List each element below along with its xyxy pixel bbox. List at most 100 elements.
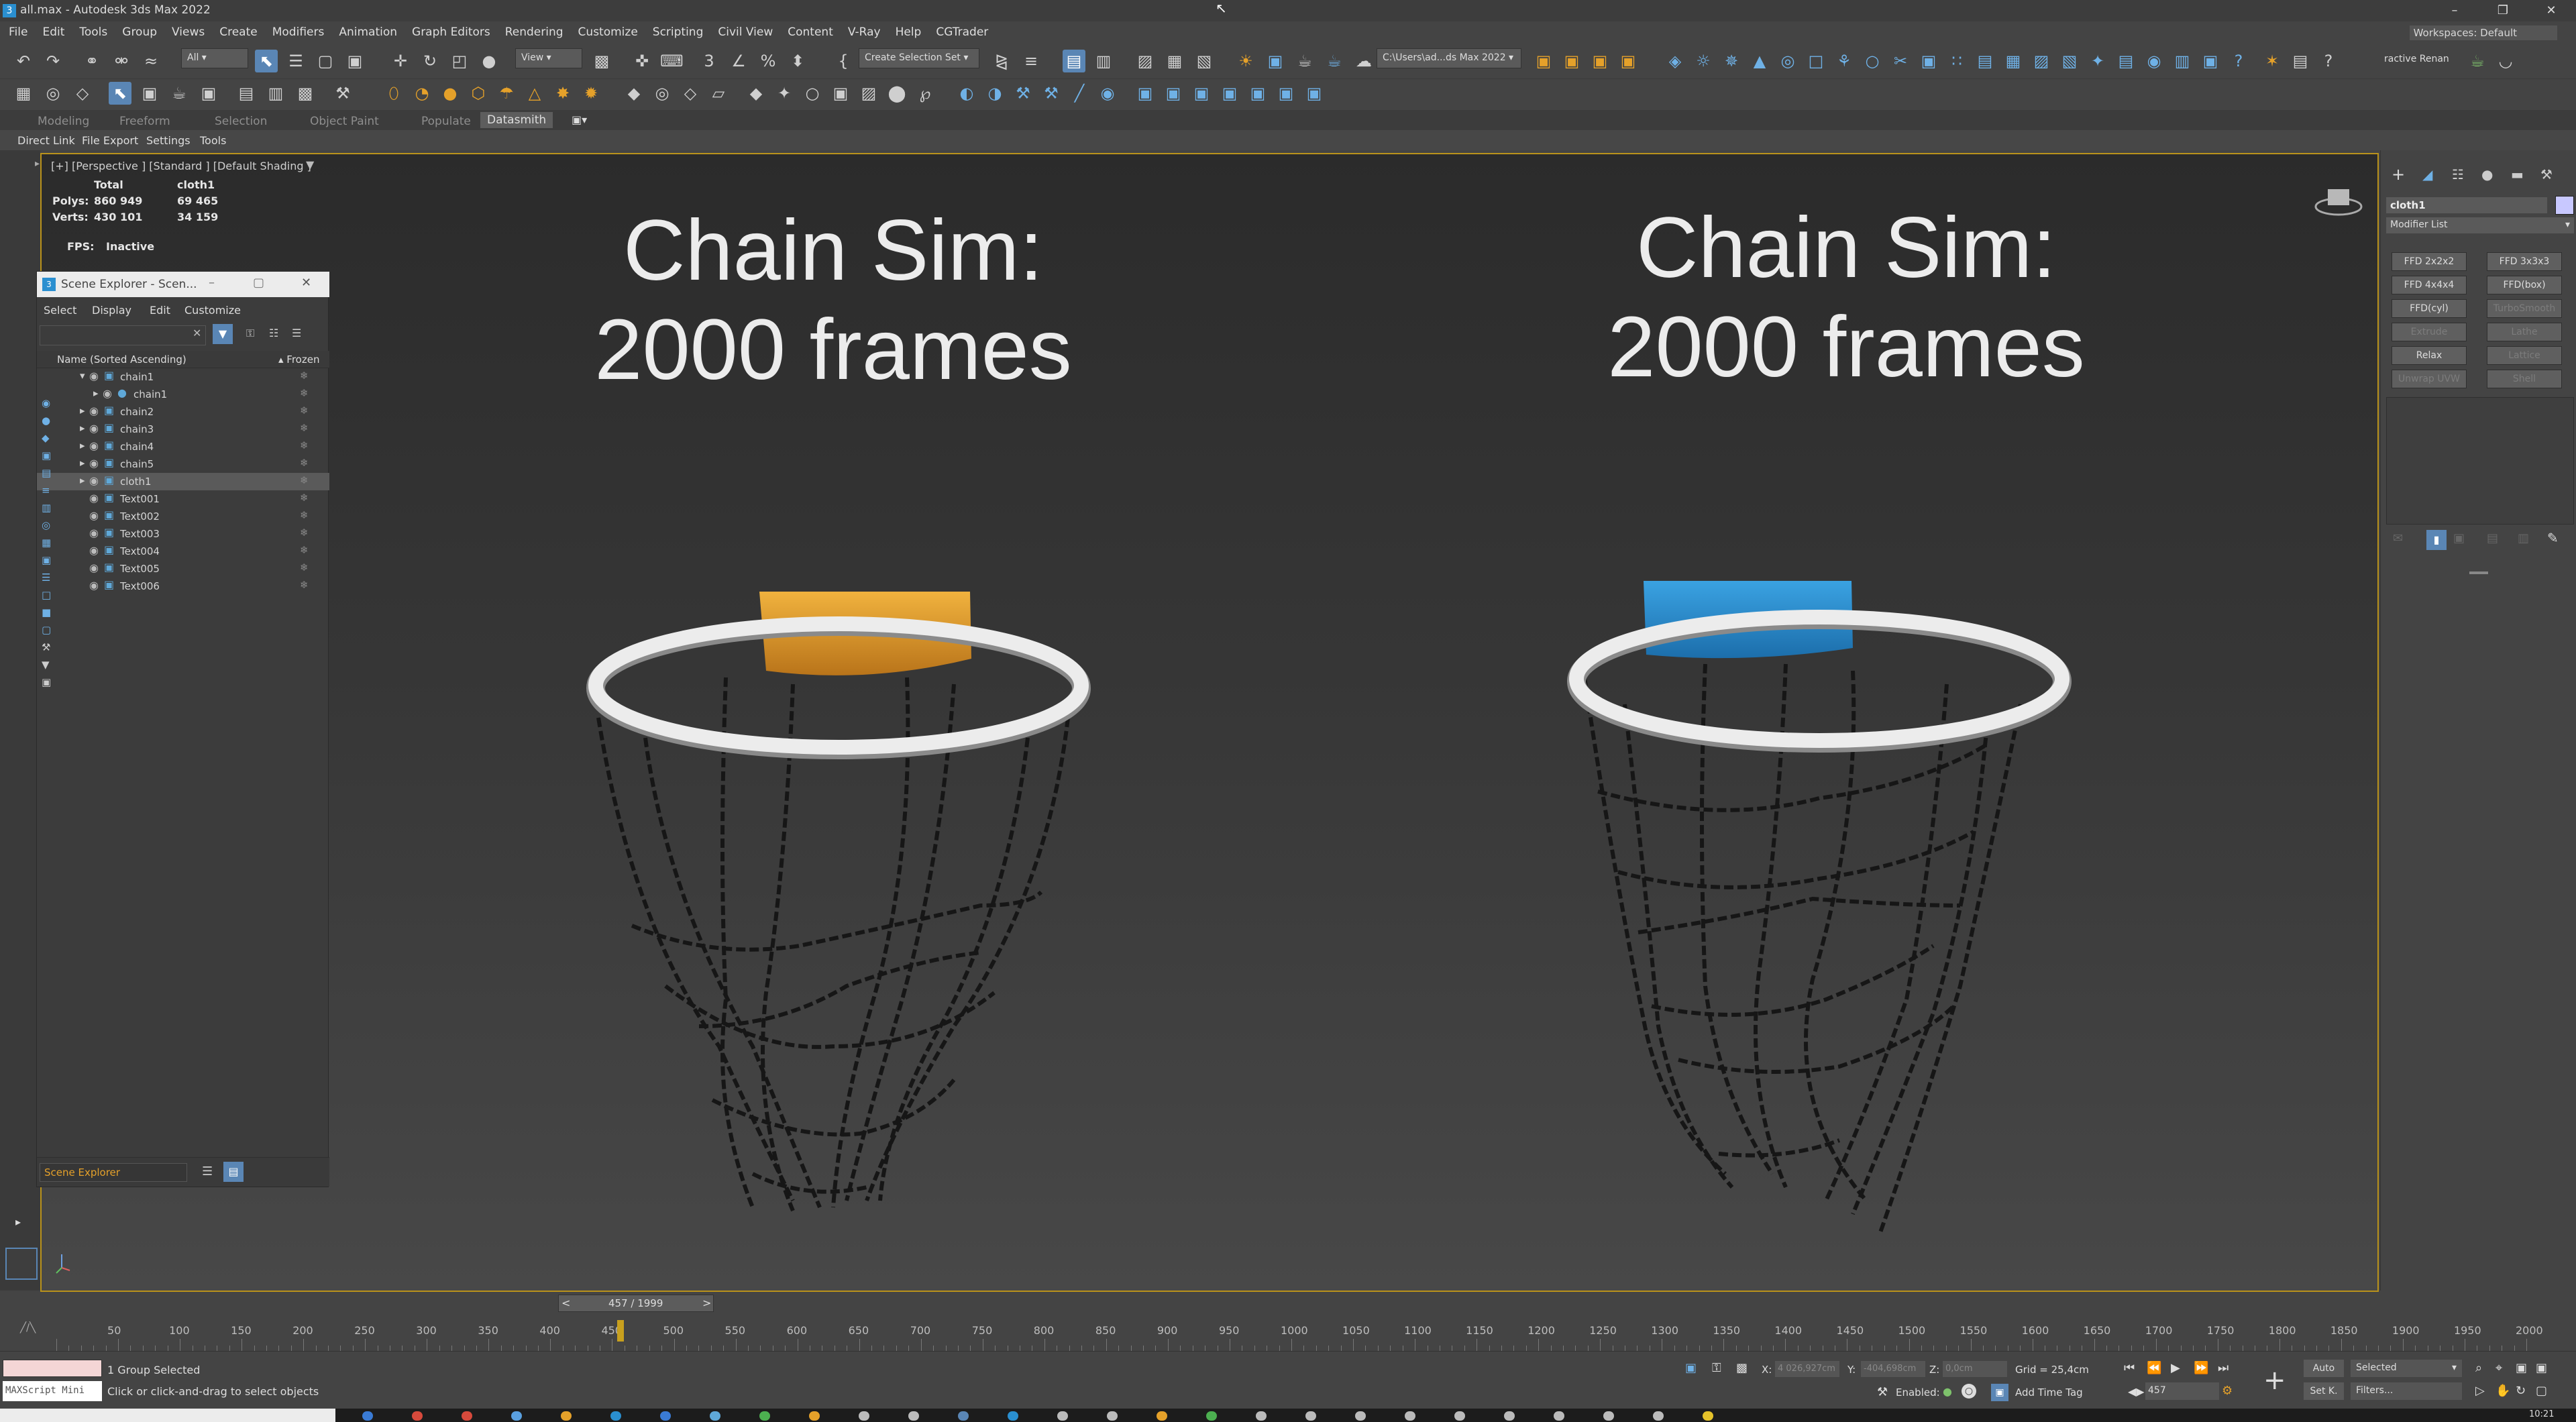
menu-help[interactable]: Help [888,21,929,43]
object-filter-icon[interactable]: ◉ [42,397,50,409]
freeze-icon[interactable]: ❄ [300,387,309,399]
modifier-set-button[interactable]: FFD(cyl) [2392,299,2467,318]
freeze-icon[interactable]: ❄ [300,579,309,591]
visibility-eye-icon[interactable]: ◉ [89,492,99,504]
menu-graph-editors[interactable]: Graph Editors [405,21,498,43]
freeze-icon[interactable]: ❄ [300,544,309,556]
utilities-tab-icon[interactable]: ⚒ [2540,166,2553,182]
scene-search-input[interactable] [40,325,206,345]
scene-select-menu[interactable]: Select [44,304,76,317]
modifier-set-button[interactable]: FFD 4x4x4 [2392,276,2467,294]
time-config-icon[interactable]: ○ [1962,1384,1976,1399]
link-icon[interactable]: ⚭ [80,50,103,72]
expand-toggle-icon[interactable]: ▸ [93,387,99,399]
settings-button[interactable]: Settings [146,134,191,147]
rig-icon[interactable]: ⚒ [331,82,354,105]
activeshade-icon[interactable]: ☕ [2466,50,2489,72]
direct-link-button[interactable]: Direct Link [17,134,75,147]
add-time-tag-icon[interactable]: ▣ [1991,1384,2008,1401]
enabled-indicator-icon[interactable]: ● [1943,1385,1952,1398]
vray-icon-1[interactable]: ▣ [1532,50,1555,72]
close-icon[interactable]: ✕ [2530,0,2572,21]
vray-grid-icon[interactable]: ▦ [2002,50,2025,72]
project-folder-dropdown[interactable]: C:\Users\ad...ds Max 2022 ▾ [1377,48,1521,68]
taskbar-app-icon[interactable] [1008,1411,1018,1421]
expand-toggle-icon[interactable]: ▸ [80,439,85,451]
vray-bake-icon[interactable]: ▣ [2199,50,2222,72]
selection-filter-dropdown[interactable]: All ▾ [181,48,248,68]
visibility-eye-icon[interactable]: ◉ [89,422,99,435]
fov-icon[interactable]: ▷ [2475,1384,2485,1398]
vray-bulb-icon-4[interactable]: ⬡ [467,82,490,105]
geo-icon-7[interactable]: ○ [801,82,824,105]
remove-modifier-icon[interactable]: ▤ [2487,531,2498,545]
keyboard-shortcut-icon[interactable]: ⌨ [660,50,684,72]
current-frame-field[interactable]: 457 [2145,1382,2219,1400]
frozen-column-header[interactable]: ▴ Frozen [278,353,319,366]
vray-icon-4[interactable]: ▣ [1617,50,1640,72]
make-unique-icon[interactable]: ▣ [2453,531,2465,545]
prev-frame-icon[interactable]: ⏪ [2147,1361,2161,1375]
about-icon[interactable]: ? [2317,50,2340,72]
scene-explorer-tab-icon[interactable]: ▸ [35,158,40,169]
vray-bulb-icon-1[interactable]: ⬯ [382,82,405,105]
taskbar-app-icon[interactable] [710,1411,720,1421]
menu-group[interactable]: Group [115,21,164,43]
vray-scatter-icon[interactable]: ∷ [1945,50,1968,72]
modifier-set-button[interactable]: Relax [2392,346,2467,365]
taskbar-app-icon[interactable] [908,1411,919,1421]
object-filter-icon[interactable]: ☰ [42,571,50,584]
zoom-icon[interactable]: ⌕ [2475,1361,2482,1375]
freeze-icon[interactable]: ❄ [300,492,309,504]
taskbar-app-icon[interactable] [1603,1411,1614,1421]
freeze-icon[interactable]: ❄ [300,527,309,539]
hierarchy-icon[interactable]: ☷ [269,327,278,339]
help-icon[interactable]: ? [2227,50,2250,72]
object-filter-icon[interactable]: ● [42,415,50,427]
play-icon[interactable]: ▶ [2171,1361,2180,1375]
zoom-extents-all-icon[interactable]: ▣ [2536,1361,2547,1375]
render-setup-icon[interactable]: ☀ [1234,50,1257,72]
tool-icon-3[interactable]: ⚒ [1012,82,1034,105]
zoom-extents-icon[interactable]: ▣ [2516,1361,2527,1375]
explorer-name-dropdown[interactable]: Scene Explorer [40,1163,187,1182]
geo-icon-10[interactable]: ⬤ [885,82,908,105]
object-filter-icon[interactable]: ▢ [42,624,51,636]
vray-bulb-icon-6[interactable]: △ [523,82,546,105]
frame-spinner-icon[interactable]: ◀▶ [2128,1385,2145,1398]
taskbar-app-icon[interactable] [1405,1411,1415,1421]
key-filter-dropdown[interactable]: Selected ▾ [2351,1360,2462,1377]
vray-vfb-icon[interactable]: ▧ [2058,50,2081,72]
visibility-eye-icon[interactable]: ◉ [89,370,99,382]
taskbar-app-icon[interactable] [610,1411,621,1421]
menu-edit[interactable]: Edit [35,21,72,43]
modifier-set-button[interactable]: TurboSmooth [2487,299,2562,318]
z-coordinate-field[interactable]: 0,0cm [1943,1361,2007,1377]
place-icon[interactable]: ● [478,50,500,72]
clear-search-icon[interactable]: ✕ [193,327,201,339]
object-filter-icon[interactable]: ◆ [42,432,50,444]
taskbar-app-icon[interactable] [1554,1411,1564,1421]
goto-end-icon[interactable]: ⏭ [2218,1361,2229,1375]
scene-customize-menu[interactable]: Customize [184,304,241,317]
layers-icon[interactable]: ☰ [202,1164,213,1179]
object-filter-icon[interactable]: ≡ [42,484,50,496]
geo-icon-5[interactable]: ◆ [745,82,767,105]
menu-content[interactable]: Content [780,21,841,43]
auto-key-button[interactable]: Auto [2304,1360,2344,1377]
set-key-button[interactable]: Set K. [2304,1382,2344,1400]
expand-toggle-icon[interactable]: ▸ [80,404,85,417]
visibility-eye-icon[interactable]: ◉ [89,544,99,557]
taskbar-app-icon[interactable] [1504,1411,1515,1421]
modifier-set-button[interactable]: FFD 3x3x3 [2487,252,2562,271]
object-filter-icon[interactable]: ■ [42,606,51,618]
object-filter-icon[interactable]: ▼ [42,659,50,671]
snap-vertex-icon[interactable]: ◎ [42,82,64,105]
expand-panel-icon[interactable]: ▸ [8,1215,28,1230]
sort-icon[interactable]: ☰ [292,327,301,339]
freeze-icon[interactable]: ❄ [300,439,309,451]
scene-explorer-titlebar[interactable]: 3 Scene Explorer - Scen... – ▢ ✕ [37,272,329,297]
tab-populate[interactable]: Populate [421,115,471,128]
tool-icon-1[interactable]: ◐ [955,82,978,105]
geo-icon-2[interactable]: ◎ [651,82,674,105]
